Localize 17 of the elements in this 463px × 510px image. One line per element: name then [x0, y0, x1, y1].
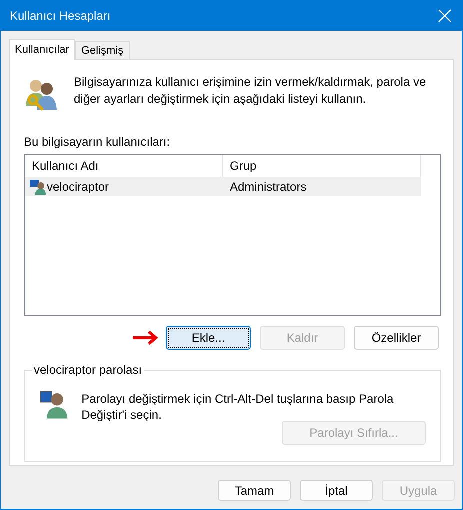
dialog-button[interactable]: Tamam — [218, 480, 291, 501]
table-cell: Administrators — [230, 180, 307, 194]
dialog-button[interactable]: İptal — [300, 480, 373, 501]
list-button[interactable]: Ekle... — [166, 326, 251, 350]
user-icon — [30, 178, 46, 194]
close-icon[interactable] — [438, 9, 452, 23]
table-cell: velociraptor — [47, 180, 110, 194]
tab[interactable]: Gelişmiş — [75, 41, 130, 59]
instruction-text: Bilgisayarınıza kullanıcı erişimine izin vermek/kaldırmak, parola ve diğer ayarları değiştirmek için aşağıdaki listeyi kullanın. — [74, 74, 428, 108]
users-label: Bu bilgisayarın kullanıcıları: — [24, 135, 172, 149]
group-title: velociraptor parolası — [32, 363, 144, 377]
arrow-icon — [133, 331, 159, 345]
password-instruction: Parolayı değiştirmek için Ctrl-Alt-Del tuşlarına basıp Parola Değiştir'i seçin. — [82, 391, 395, 423]
window-title: Kullanıcı Hesapları — [10, 9, 111, 23]
list-button[interactable]: Özellikler — [354, 326, 439, 350]
tab[interactable]: Kullanıcılar — [9, 39, 76, 60]
user-row[interactable]: velociraptor Administrators — [25, 177, 421, 196]
